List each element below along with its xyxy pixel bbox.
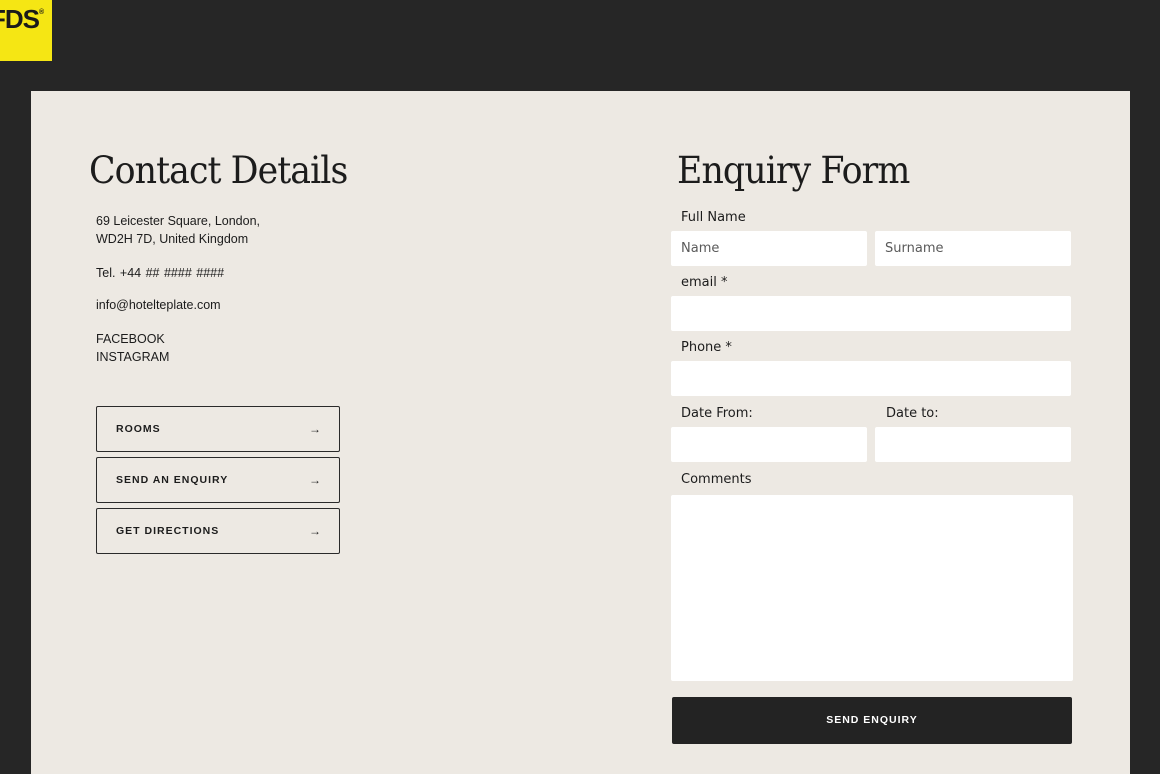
arrow-right-icon: → — [309, 472, 321, 487]
rooms-button[interactable]: ROOMS → — [96, 405, 340, 452]
telephone: Tel. +44 ## #### #### — [96, 265, 225, 280]
name-input[interactable]: Name — [671, 230, 867, 266]
address: 69 Leicester Square, London, WD2H 7D, Un… — [96, 212, 489, 248]
full-name-label: Full Name — [681, 209, 746, 225]
full-name-row: Name Surname — [671, 230, 1073, 266]
facebook-link[interactable]: FACEBOOK — [96, 330, 489, 348]
contact-card: Contact Details 69 Leicester Square, Lon… — [31, 91, 1130, 774]
date-to-input[interactable] — [875, 426, 1071, 462]
arrow-right-icon: → — [309, 523, 321, 538]
date-to-label: Date to: — [886, 405, 939, 421]
comments-textarea[interactable] — [671, 494, 1073, 681]
surname-placeholder: Surname — [885, 240, 944, 256]
send-an-enquiry-button-label: SEND AN ENQUIRY — [116, 473, 229, 486]
rooms-button-label: ROOMS — [116, 422, 161, 435]
send-enquiry-button[interactable]: SEND ENQUIRY — [672, 696, 1072, 744]
email-link[interactable]: info@hotelteplate.com — [96, 298, 489, 312]
enquiry-form-title: Enquiry Form — [677, 149, 910, 192]
enquiry-form: Enquiry Form Full Name Name Surname emai… — [671, 149, 1073, 744]
date-inputs-row — [671, 426, 1073, 462]
send-enquiry-button-label: SEND ENQUIRY — [826, 714, 918, 727]
logo-text: FDS — [0, 4, 40, 34]
arrow-right-icon: → — [309, 421, 321, 436]
phone-input[interactable] — [671, 360, 1071, 396]
logo[interactable]: FDS ® — [0, 0, 52, 61]
date-from-input[interactable] — [671, 426, 867, 462]
contact-details-section: Contact Details 69 Leicester Square, Lon… — [89, 149, 489, 559]
address-line-2: WD2H 7D, United Kingdom — [96, 231, 249, 246]
comments-label: Comments — [681, 471, 752, 487]
name-placeholder: Name — [681, 240, 720, 256]
get-directions-button[interactable]: GET DIRECTIONS → — [96, 507, 340, 554]
get-directions-button-label: GET DIRECTIONS — [116, 524, 220, 537]
address-line-1: 69 Leicester Square, London, — [96, 213, 261, 228]
instagram-link[interactable]: INSTAGRAM — [96, 348, 489, 366]
email-input[interactable] — [671, 295, 1071, 331]
surname-input[interactable]: Surname — [875, 230, 1071, 266]
phone-label: Phone * — [681, 339, 732, 355]
send-an-enquiry-button[interactable]: SEND AN ENQUIRY → — [96, 456, 340, 503]
date-labels-row: Date From: Date to: — [671, 406, 1073, 421]
date-from-label: Date From: — [681, 405, 753, 421]
social-links: FACEBOOK INSTAGRAM — [96, 330, 489, 366]
email-label: email * — [681, 274, 728, 290]
contact-details-title: Contact Details — [89, 149, 348, 192]
logo-registered-mark: ® — [39, 9, 45, 16]
quick-links: ROOMS → SEND AN ENQUIRY → GET DIRECTIONS… — [96, 405, 489, 554]
